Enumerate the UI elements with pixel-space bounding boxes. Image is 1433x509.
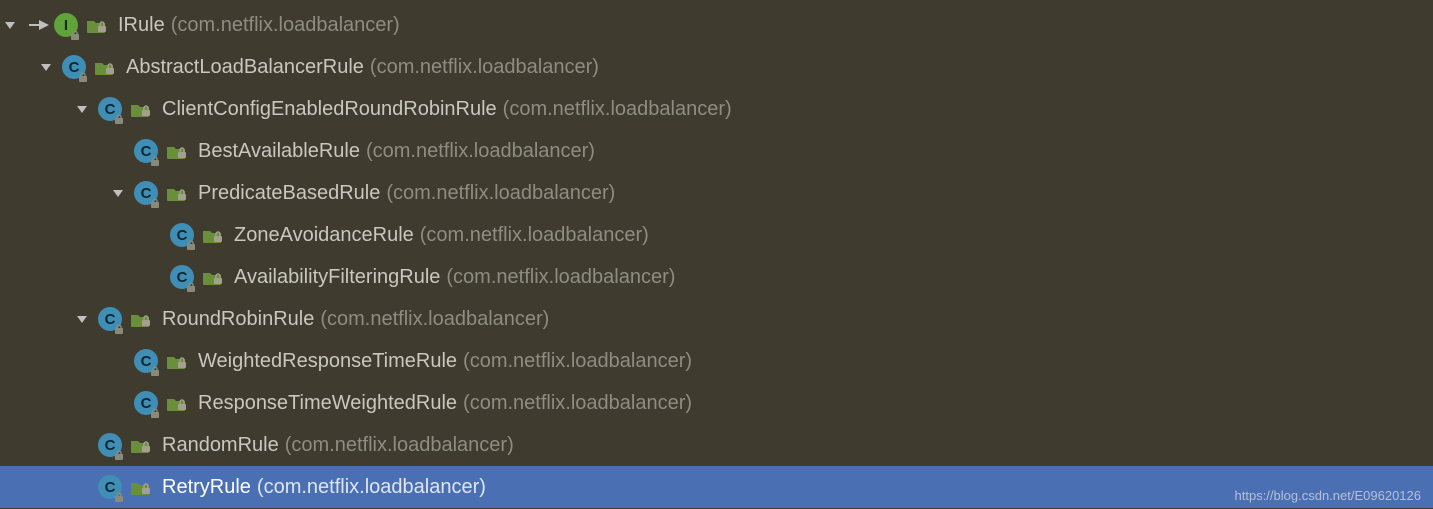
class-icon: C [170, 223, 194, 247]
lock-overlay-icon [77, 70, 89, 82]
package-label: (com.netflix.loadbalancer) [257, 476, 486, 499]
lock-overlay-icon [185, 280, 197, 292]
expand-toggle-icon[interactable] [108, 183, 128, 203]
lock-overlay-icon [185, 238, 197, 250]
tree-row[interactable]: C RandomRule (com.netflix.loadbalancer) [0, 424, 1433, 466]
library-folder-icon [130, 436, 152, 454]
package-label: (com.netflix.loadbalancer) [370, 56, 599, 79]
tree-row[interactable]: I IRule (com.netflix.loadbalancer) [0, 4, 1433, 46]
class-name-label: BestAvailableRule [198, 140, 360, 163]
class-icon: C [98, 307, 122, 331]
expand-toggle-icon[interactable] [36, 57, 56, 77]
package-label: (com.netflix.loadbalancer) [320, 308, 549, 331]
lock-overlay-icon [149, 364, 161, 376]
hierarchy-tree: IIRule(com.netflix.loadbalancer)CAbstrac… [0, 0, 1433, 508]
package-label: (com.netflix.loadbalancer) [366, 140, 595, 163]
lock-overlay-icon [113, 112, 125, 124]
navigate-target-icon [26, 15, 52, 35]
class-icon: C [62, 55, 86, 79]
class-icon: C [134, 181, 158, 205]
tree-row[interactable]: C AbstractLoadBalancerRule (com.netflix.lo… [0, 46, 1433, 88]
library-folder-icon [166, 394, 188, 412]
library-folder-icon [130, 478, 152, 496]
package-label: (com.netflix.loadbalancer) [463, 350, 692, 373]
class-icon: C [98, 475, 122, 499]
interface-icon: I [54, 13, 78, 37]
class-name-label: RandomRule [162, 434, 279, 457]
class-name-label: ZoneAvoidanceRule [234, 224, 414, 247]
package-label: (com.netflix.loadbalancer) [463, 392, 692, 415]
class-name-label: ClientConfigEnabledRoundRobinRule [162, 98, 497, 121]
library-folder-icon [166, 184, 188, 202]
tree-row[interactable]: C RoundRobinRule (com.netflix.loadbalancer… [0, 298, 1433, 340]
class-name-label: RetryRule [162, 476, 251, 499]
package-label: (com.netflix.loadbalancer) [386, 182, 615, 205]
package-label: (com.netflix.loadbalancer) [171, 14, 400, 37]
library-folder-icon [202, 226, 224, 244]
lock-overlay-icon [149, 406, 161, 418]
tree-row[interactable]: C PredicateBasedRule (com.netflix.loadbala… [0, 172, 1433, 214]
tree-row[interactable]: C WeightedResponseTimeRule (com.netflix.lo… [0, 340, 1433, 382]
tree-row[interactable]: C ResponseTimeWeightedRule (com.netflix.lo… [0, 382, 1433, 424]
package-label: (com.netflix.loadbalancer) [420, 224, 649, 247]
tree-row[interactable]: C BestAvailableRule (com.netflix.loadbalan… [0, 130, 1433, 172]
class-name-label: PredicateBasedRule [198, 182, 380, 205]
lock-overlay-icon [149, 154, 161, 166]
library-folder-icon [94, 58, 116, 76]
library-folder-icon [130, 100, 152, 118]
tree-row[interactable]: C ClientConfigEnabledRoundRobinRule (com.n… [0, 88, 1433, 130]
class-name-label: RoundRobinRule [162, 308, 314, 331]
library-folder-icon [86, 16, 108, 34]
library-folder-icon [202, 268, 224, 286]
class-icon: C [134, 349, 158, 373]
class-icon: C [170, 265, 194, 289]
class-name-label: AvailabilityFilteringRule [234, 266, 440, 289]
class-name-label: AbstractLoadBalancerRule [126, 56, 364, 79]
class-icon: C [134, 391, 158, 415]
expand-toggle-icon[interactable] [72, 309, 92, 329]
package-label: (com.netflix.loadbalancer) [285, 434, 514, 457]
lock-overlay-icon [149, 196, 161, 208]
tree-row[interactable]: C AvailabilityFilteringRule (com.netflix.l… [0, 256, 1433, 298]
class-icon: C [98, 97, 122, 121]
expand-toggle-icon[interactable] [0, 15, 20, 35]
expand-toggle-icon[interactable] [72, 99, 92, 119]
tree-row[interactable]: C RetryRule (com.netflix.loadbalancer) [0, 466, 1433, 508]
class-name-label: IRule [118, 14, 165, 37]
tree-row[interactable]: C ZoneAvoidanceRule (com.netflix.loadbalan… [0, 214, 1433, 256]
lock-overlay-icon [113, 490, 125, 502]
class-name-label: WeightedResponseTimeRule [198, 350, 457, 373]
package-label: (com.netflix.loadbalancer) [503, 98, 732, 121]
package-label: (com.netflix.loadbalancer) [446, 266, 675, 289]
class-name-label: ResponseTimeWeightedRule [198, 392, 457, 415]
library-folder-icon [166, 142, 188, 160]
library-folder-icon [130, 310, 152, 328]
class-icon: C [98, 433, 122, 457]
class-icon: C [134, 139, 158, 163]
lock-overlay-icon [113, 448, 125, 460]
library-folder-icon [166, 352, 188, 370]
lock-overlay-icon [113, 322, 125, 334]
lock-overlay-icon [69, 28, 81, 40]
